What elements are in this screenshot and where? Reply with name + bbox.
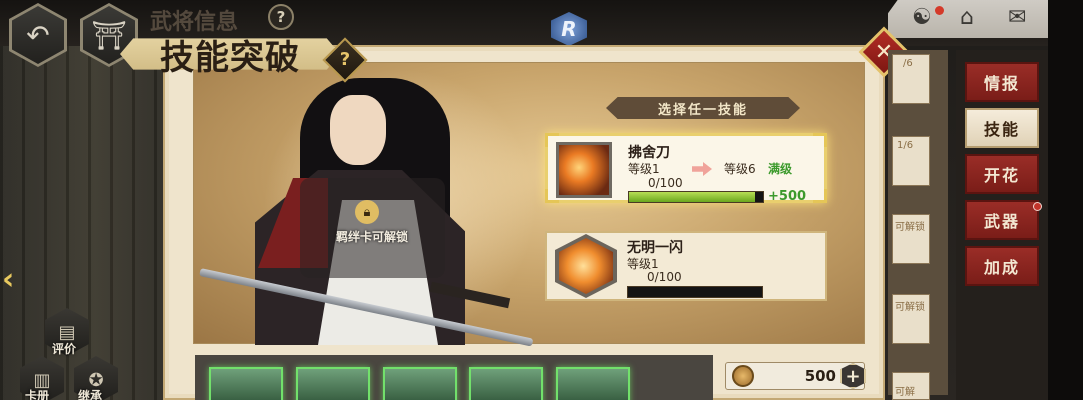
character-thumbnail[interactable]	[383, 367, 457, 400]
character-thumbnail[interactable]	[469, 367, 543, 400]
tab-bonus[interactable]: 加成	[965, 246, 1039, 286]
previous-arrow-icon[interactable]: ‹	[2, 262, 22, 306]
maxed-label: 满级	[768, 162, 793, 176]
help-button[interactable]: ?	[322, 37, 368, 83]
skill-progress-text: 0/100	[647, 270, 682, 284]
skill-progress-bar	[627, 286, 763, 298]
skill-bonus: +500	[768, 189, 807, 204]
notification-dot	[935, 6, 944, 15]
character-face	[330, 95, 386, 165]
corner-ornament	[545, 133, 559, 147]
skill-current-level: 等级1	[628, 162, 660, 176]
side-slot: /6	[892, 54, 930, 104]
slot-label: 可解锁	[895, 222, 925, 233]
skill-name: 拂舍刀	[628, 145, 670, 161]
corner-ornament	[545, 189, 559, 203]
skill-card[interactable]: 无明一闪 等级1 0/100	[545, 231, 827, 301]
tab-weapon[interactable]: 武器	[965, 200, 1039, 240]
blade-skill-icon	[556, 142, 612, 198]
skill-card-selected[interactable]: 拂舍刀 等级1 等级6 满级 0/100 +500	[545, 133, 827, 204]
slot-label: /6	[903, 58, 913, 69]
skill-progress-bar	[628, 191, 764, 203]
currency-amount: 500	[804, 367, 836, 385]
arrow-right-icon	[692, 162, 712, 176]
mail-icon[interactable]: ✉	[1008, 5, 1026, 30]
choose-skill-banner: 选择任一技能	[606, 97, 800, 119]
page-title: 技能突破	[160, 38, 300, 78]
background-stripes	[0, 40, 190, 400]
tab-skill[interactable]: 技能	[965, 108, 1039, 148]
home-house-icon[interactable]: ⌂	[960, 5, 974, 30]
slot-label: 1/6	[897, 140, 914, 151]
tab-bloom[interactable]: 开花	[965, 154, 1039, 194]
side-slot: 1/6	[892, 136, 930, 186]
side-slot: 可解	[892, 372, 930, 400]
event-icon[interactable]: ☯	[912, 5, 932, 30]
slot-label: 可解	[895, 387, 915, 398]
side-slot: 可解锁	[892, 214, 930, 264]
lock-hint: 羁绊卡可解锁	[335, 230, 408, 244]
inherit-label: 继承	[78, 389, 103, 400]
corner-ornament	[813, 189, 827, 203]
info-help-button[interactable]: ?	[268, 4, 294, 30]
back-arrow-icon: ↶	[12, 6, 64, 64]
character-thumbnail[interactable]	[556, 367, 630, 400]
lock-icon: 🔒︎	[355, 200, 379, 224]
rate-label: 评价	[52, 342, 77, 356]
character-thumbnail[interactable]	[296, 367, 370, 400]
skill-target-level: 等级6	[724, 162, 756, 176]
skill-progress-fill	[629, 192, 755, 202]
skill-name: 无明一闪	[627, 240, 683, 256]
card-book-label: 卡册	[25, 389, 50, 400]
flash-skill-icon	[555, 234, 617, 298]
question-icon: ?	[339, 49, 351, 70]
weapon-notification-dot	[1033, 202, 1042, 211]
side-slot: 可解锁	[892, 294, 930, 344]
coin-icon	[732, 365, 754, 387]
screen-edge	[1048, 0, 1083, 400]
tab-info[interactable]: 情报	[965, 62, 1039, 102]
corner-ornament	[813, 133, 827, 147]
plus-icon: +	[845, 365, 861, 387]
slot-label: 可解锁	[895, 302, 925, 313]
character-thumbnail[interactable]	[209, 367, 283, 400]
skill-progress-text: 0/100	[648, 176, 683, 190]
flash-skill-art	[559, 238, 613, 294]
